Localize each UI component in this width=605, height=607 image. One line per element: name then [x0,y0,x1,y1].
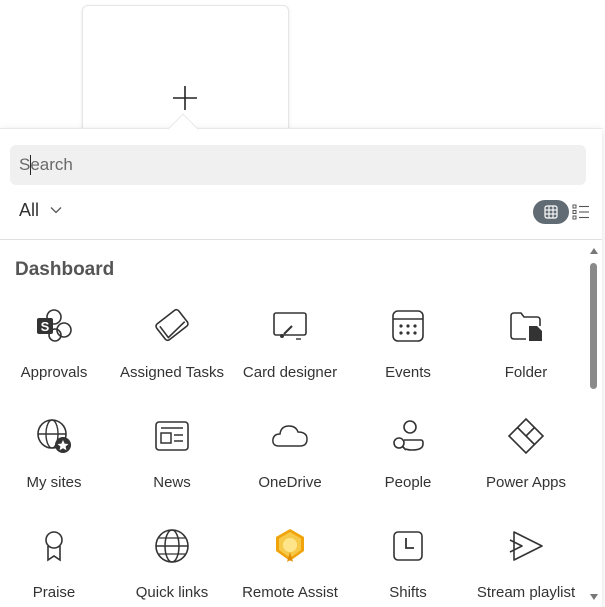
ribbon-icon [45,531,63,562]
tile-label: Shifts [389,584,427,601]
tile-power-apps[interactable]: Power Apps [467,410,585,520]
tile-label: People [384,474,432,491]
approvals-icon: S [37,309,72,342]
svg-text:S: S [41,319,50,334]
tile-label: News [153,474,191,491]
tile-label: Stream playlist [476,584,576,601]
tile-approvals[interactable]: S Approvals [0,300,113,410]
tile-label: Assigned Tasks [120,364,224,381]
tile-praise[interactable]: Praise [0,520,113,607]
news-icon [155,421,189,451]
stream-playlist-icon [509,531,543,561]
tile-label: Card designer [242,364,338,381]
tile-label: Praise [32,584,76,601]
remote-assist-icon [276,529,304,562]
assigned-tasks-icon [155,308,189,342]
tile-my-sites[interactable]: My sites [0,410,113,520]
people-icon [393,420,424,451]
tile-label: Events [385,364,431,381]
tile-quick-links[interactable]: Quick links [113,520,231,607]
web-part-grid: S Approvals Assigned Tasks Card designer… [0,0,605,607]
tile-events[interactable]: Events [349,300,467,410]
tile-label: Remote Assist [242,584,338,601]
folder-icon [510,312,542,341]
calendar-icon [392,310,424,342]
tile-people[interactable]: People [349,410,467,520]
tile-onedrive[interactable]: OneDrive [231,410,349,520]
tile-label: Approvals [20,364,88,381]
tile-label: OneDrive [258,474,322,491]
power-apps-icon [507,417,545,455]
tile-assigned-tasks[interactable]: Assigned Tasks [113,300,231,410]
tile-label: Quick links [135,584,209,601]
tile-folder[interactable]: Folder [467,300,585,410]
card-designer-icon [273,312,307,340]
tile-stream-playlist[interactable]: Stream playlist [467,520,585,607]
tile-shifts[interactable]: Shifts [349,520,467,607]
my-sites-icon [37,419,71,453]
tile-label: Folder [504,364,548,381]
shifts-icon [393,531,423,561]
cloud-icon [272,425,308,447]
globe-icon [155,529,189,563]
tile-label: My sites [26,474,82,491]
tile-remote-assist[interactable]: Remote Assist [231,520,349,607]
tile-card-designer[interactable]: Card designer [231,300,349,410]
tile-news[interactable]: News [113,410,231,520]
tile-label: Power Apps [485,474,567,491]
